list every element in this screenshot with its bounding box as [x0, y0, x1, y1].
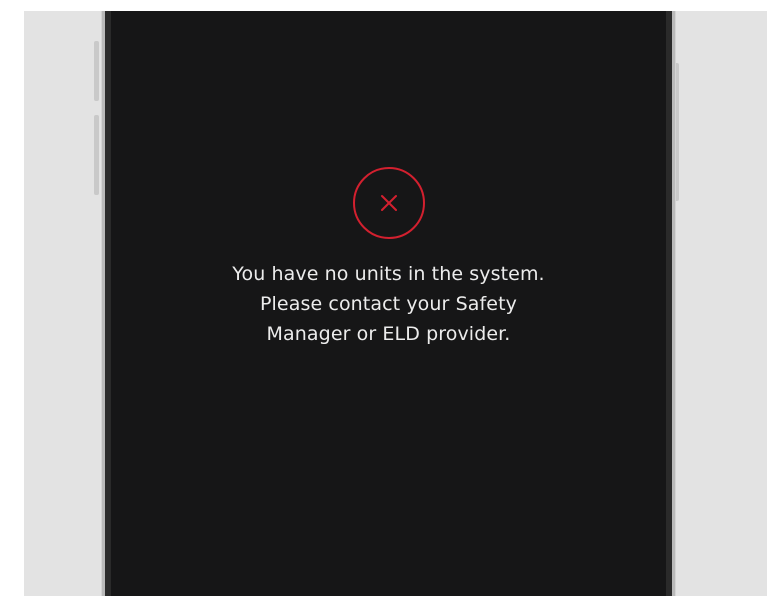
- phone-bezel: You have no units in the system. Please …: [105, 11, 672, 596]
- phone-volume-button: [94, 115, 99, 195]
- no-units-message: You have no units in the system. Please …: [179, 259, 599, 349]
- close-circle-icon: [352, 167, 425, 239]
- message-line-3: Manager or ELD provider.: [266, 323, 511, 345]
- message-line-1: You have no units in the system.: [232, 263, 545, 285]
- app-screen: You have no units in the system. Please …: [111, 11, 666, 596]
- phone-silent-switch: [94, 41, 99, 101]
- phone-frame: You have no units in the system. Please …: [101, 11, 676, 596]
- x-mark-icon: [380, 195, 397, 211]
- empty-state: You have no units in the system. Please …: [111, 167, 666, 349]
- device-stage: You have no units in the system. Please …: [24, 11, 767, 596]
- message-line-2: Please contact your Safety: [260, 293, 517, 315]
